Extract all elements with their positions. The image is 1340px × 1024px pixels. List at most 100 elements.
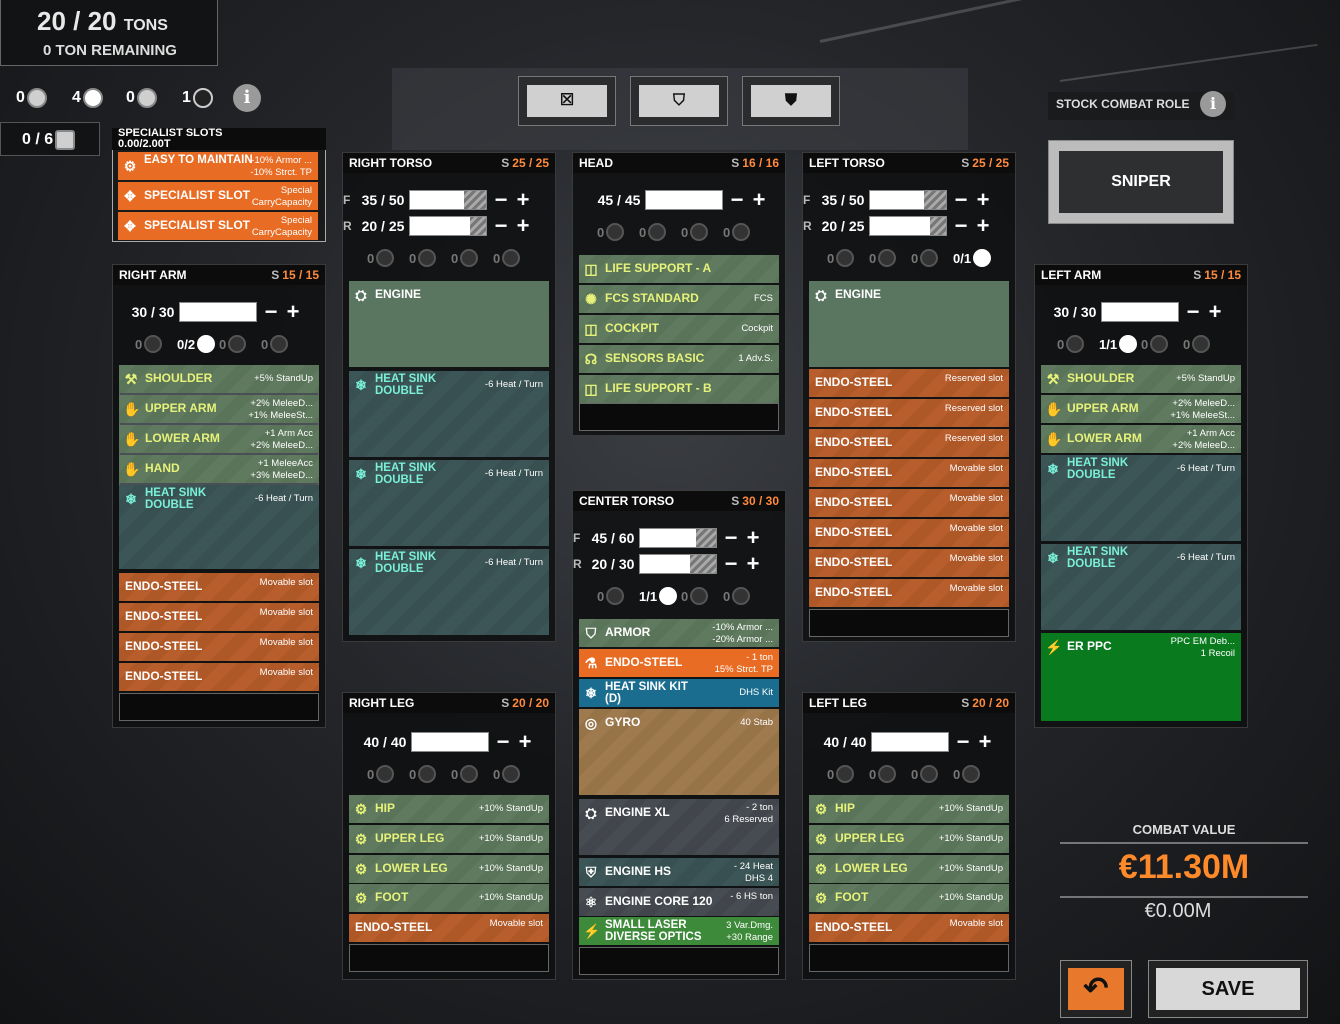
lt-endo-6[interactable]: ENDO-STEEL Movable slot bbox=[809, 519, 1009, 547]
armor-plus-button[interactable]: + bbox=[745, 527, 761, 549]
lt-endo-4[interactable]: ENDO-STEEL Movable slot bbox=[809, 459, 1009, 487]
armor-plus-button[interactable]: + bbox=[745, 553, 761, 575]
max-armor-button[interactable]: ⛊ bbox=[742, 76, 840, 126]
head-empty-slot[interactable] bbox=[579, 403, 779, 431]
armor-minus-button[interactable]: − bbox=[955, 731, 971, 753]
armor-minus-button[interactable]: − bbox=[953, 215, 969, 237]
rt-front-bar[interactable] bbox=[409, 190, 487, 210]
armor-minus-button[interactable]: − bbox=[493, 215, 509, 237]
armor-plus-button[interactable]: + bbox=[975, 215, 991, 237]
armor-minus-button[interactable]: − bbox=[1185, 301, 1201, 323]
left-leg-armor-bar[interactable] bbox=[871, 732, 949, 752]
ct-front-bar[interactable] bbox=[639, 528, 717, 548]
la-lower-arm[interactable]: ✋ LOWER ARM +1 Arm Acc +2% MeleeD... bbox=[1041, 425, 1241, 453]
ll-endo[interactable]: ENDO-STEEL Movable slot bbox=[809, 914, 1009, 942]
ra-shoulder[interactable]: ⚒ SHOULDER +5% StandUp bbox=[119, 365, 319, 393]
ct-engine-hs[interactable]: ⛨ ENGINE HS - 24 Heat DHS 4 bbox=[579, 858, 779, 886]
ct-gyro[interactable]: ◎ GYRO 40 Stab bbox=[579, 709, 779, 795]
armor-minus-button[interactable]: − bbox=[495, 731, 511, 753]
armor-plus-button[interactable]: + bbox=[285, 301, 301, 323]
ra-lower-arm[interactable]: ✋ LOWER ARM +1 Arm Acc +2% MeleeD... bbox=[119, 425, 319, 453]
ra-endo-3[interactable]: ENDO-STEEL Movable slot bbox=[119, 633, 319, 661]
armor-minus-button[interactable]: − bbox=[723, 527, 739, 549]
ra-empty-slot[interactable] bbox=[119, 693, 319, 721]
lt-endo-7[interactable]: ENDO-STEEL Movable slot bbox=[809, 549, 1009, 577]
lt-endo-2[interactable]: ENDO-STEEL Reserved slot bbox=[809, 399, 1009, 427]
rt-heat-sink-1[interactable]: ❄ HEAT SINK DOUBLE -6 Heat / Turn bbox=[349, 371, 549, 457]
rl-endo[interactable]: ENDO-STEEL Movable slot bbox=[349, 914, 549, 942]
lt-engine[interactable]: ⛭ ENGINE bbox=[809, 281, 1009, 367]
armor-plus-button[interactable]: + bbox=[517, 731, 533, 753]
lt-endo-8[interactable]: ENDO-STEEL Movable slot bbox=[809, 579, 1009, 607]
head-armor-bar[interactable] bbox=[645, 190, 723, 210]
head-sensors[interactable]: ☊ SENSORS BASIC 1 Adv.S. bbox=[579, 345, 779, 373]
ct-engine-core[interactable]: ⚛ ENGINE CORE 120- 6 HS ton bbox=[579, 888, 779, 916]
ct-endo-steel[interactable]: ⚗ ENDO-STEEL - 1 ton 15% Strct. TP bbox=[579, 649, 779, 677]
right-arm-armor-bar[interactable] bbox=[179, 302, 257, 322]
rl-hip[interactable]: ⚙ HIP +10% StandUp bbox=[349, 795, 549, 823]
lt-endo-1[interactable]: ENDO-STEEL Reserved slot bbox=[809, 369, 1009, 397]
ra-endo-1[interactable]: ENDO-STEEL Movable slot bbox=[119, 573, 319, 601]
rt-heat-sink-3[interactable]: ❄ HEAT SINK DOUBLE -6 Heat / Turn bbox=[349, 549, 549, 635]
lt-empty-slot[interactable] bbox=[809, 609, 1009, 637]
ll-foot[interactable]: ⚙ FOOT +10% StandUp bbox=[809, 884, 1009, 912]
ra-endo-4[interactable]: ENDO-STEEL Movable slot bbox=[119, 663, 319, 691]
head-fcs[interactable]: ✺ FCS STANDARD FCS bbox=[579, 285, 779, 313]
ll-upper-leg[interactable]: ⚙ UPPER LEG +10% StandUp bbox=[809, 825, 1009, 853]
ll-lower-leg[interactable]: ⚙ LOWER LEG +10% StandUp bbox=[809, 855, 1009, 883]
rt-engine[interactable]: ⛭ ENGINE bbox=[349, 281, 549, 367]
left-arm-armor-bar[interactable] bbox=[1101, 302, 1179, 322]
ct-small-laser[interactable]: ⚡ SMALL LASER DIVERSE OPTICS 3 Var.Dmg. +3… bbox=[579, 917, 779, 945]
ll-empty-slot[interactable] bbox=[809, 944, 1009, 972]
ll-hip[interactable]: ⚙ HIP +10% StandUp bbox=[809, 795, 1009, 823]
undo-button[interactable]: ↶ bbox=[1060, 960, 1132, 1018]
role-info-icon[interactable]: i bbox=[1200, 91, 1226, 117]
ct-engine-xl[interactable]: ⛭ ENGINE XL - 2 ton 6 Reserved bbox=[579, 799, 779, 855]
armor-minus-button[interactable]: − bbox=[263, 301, 279, 323]
armor-plus-button[interactable]: + bbox=[751, 189, 767, 211]
armor-minus-button[interactable]: − bbox=[729, 189, 745, 211]
specialist-slot-1[interactable]: ✥ SPECIALIST SLOT Special CarryCapacity bbox=[118, 182, 318, 210]
la-heat-sink-1[interactable]: ❄ HEAT SINK DOUBLE -6 Heat / Turn bbox=[1041, 455, 1241, 541]
strip-armor-button[interactable]: ☒ bbox=[518, 76, 616, 126]
combat-role-button[interactable]: SNIPER bbox=[1048, 140, 1234, 224]
ct-armor[interactable]: ⛉ ARMOR -10% Armor ... -20% Armor ... bbox=[579, 619, 779, 647]
ra-hand[interactable]: ✋ HAND +1 MeleeAcc +3% MeleeD... bbox=[119, 455, 319, 483]
rl-upper-leg[interactable]: ⚙ UPPER LEG +10% StandUp bbox=[349, 825, 549, 853]
rl-empty-slot[interactable] bbox=[349, 944, 549, 972]
info-icon[interactable]: i bbox=[233, 84, 261, 112]
ct-empty-slot[interactable] bbox=[579, 947, 779, 975]
la-shoulder[interactable]: ⚒ SHOULDER +5% StandUp bbox=[1041, 365, 1241, 393]
la-upper-arm[interactable]: ✋ UPPER ARM +2% MeleeD... +1% MeleeSt... bbox=[1041, 395, 1241, 423]
ra-endo-2[interactable]: ENDO-STEEL Movable slot bbox=[119, 603, 319, 631]
armor-minus-button[interactable]: − bbox=[493, 189, 509, 211]
la-er-ppc[interactable]: ⚡ ER PPC PPC EM Deb... 1 Recoil bbox=[1041, 633, 1241, 721]
armor-plus-button[interactable]: + bbox=[975, 189, 991, 211]
ct-rear-bar[interactable] bbox=[639, 554, 717, 574]
rl-lower-leg[interactable]: ⚙ LOWER LEG +10% StandUp bbox=[349, 855, 549, 883]
lt-endo-5[interactable]: ENDO-STEEL Movable slot bbox=[809, 489, 1009, 517]
right-leg-armor-bar[interactable] bbox=[411, 732, 489, 752]
armor-minus-button[interactable]: − bbox=[723, 553, 739, 575]
specialist-slot-2[interactable]: ✥ SPECIALIST SLOT Special CarryCapacity bbox=[118, 212, 318, 240]
ra-upper-arm[interactable]: ✋ UPPER ARM +2% MeleeD... +1% MeleeSt... bbox=[119, 395, 319, 423]
lt-endo-3[interactable]: ENDO-STEEL Reserved slot bbox=[809, 429, 1009, 457]
armor-minus-button[interactable]: − bbox=[953, 189, 969, 211]
specialist-easy-maintain[interactable]: ⚙ EASY TO MAINTAIN -10% Armor ... -10% Str… bbox=[118, 152, 318, 180]
head-life-support-a[interactable]: ◫ LIFE SUPPORT - A bbox=[579, 255, 779, 283]
rt-heat-sink-2[interactable]: ❄ HEAT SINK DOUBLE -6 Heat / Turn bbox=[349, 460, 549, 546]
armor-plus-button[interactable]: + bbox=[1207, 301, 1223, 323]
la-heat-sink-2[interactable]: ❄ HEAT SINK DOUBLE -6 Heat / Turn bbox=[1041, 544, 1241, 630]
armor-plus-button[interactable]: + bbox=[977, 731, 993, 753]
armor-plus-button[interactable]: + bbox=[515, 189, 531, 211]
rt-rear-bar[interactable] bbox=[409, 216, 487, 236]
save-button[interactable]: SAVE bbox=[1148, 960, 1308, 1018]
lt-front-bar[interactable] bbox=[869, 190, 947, 210]
ct-heat-sink-kit[interactable]: ❄ HEAT SINK KIT (D) DHS Kit bbox=[579, 679, 779, 707]
head-life-support-b[interactable]: ◫ LIFE SUPPORT - B bbox=[579, 375, 779, 403]
lt-rear-bar[interactable] bbox=[869, 216, 947, 236]
ra-heat-sink[interactable]: ❄ HEAT SINK DOUBLE -6 Heat / Turn bbox=[119, 485, 319, 569]
rl-foot[interactable]: ⚙ FOOT +10% StandUp bbox=[349, 884, 549, 912]
armor-plus-button[interactable]: + bbox=[515, 215, 531, 237]
strip-equipment-button[interactable]: ⛉ bbox=[630, 76, 728, 126]
